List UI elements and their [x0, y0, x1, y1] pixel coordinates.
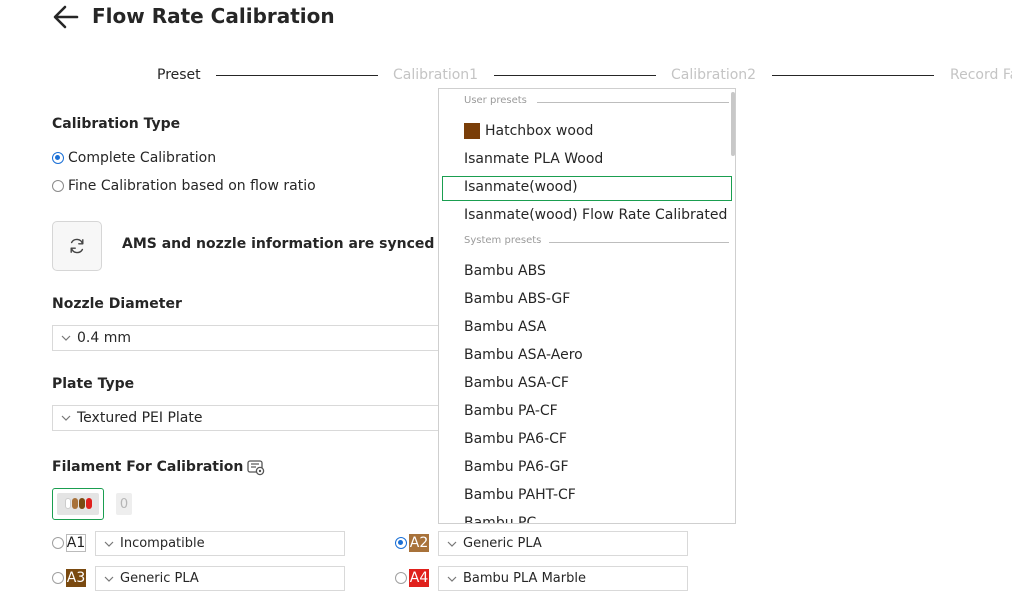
slot-a1-tag: A1: [66, 534, 86, 552]
radio-label: Complete Calibration: [68, 150, 217, 166]
radio-indicator[interactable]: [52, 152, 64, 164]
sync-button[interactable]: [52, 221, 102, 271]
ams-spool-icon: [57, 493, 99, 515]
chevron-down-icon: [447, 576, 457, 582]
nozzle-diameter-select[interactable]: 0.4 mm: [52, 325, 442, 351]
color-swatch: [464, 123, 480, 139]
preset-item-bambu-asa-aero[interactable]: Bambu ASA-Aero: [464, 347, 583, 363]
slot-a1-radio[interactable]: [52, 537, 64, 549]
plate-type-value: Textured PEI Plate: [77, 410, 203, 426]
preset-item-isanmate-wood-calibrated[interactable]: Isanmate(wood) Flow Rate Calibrated: [464, 207, 727, 223]
sync-status-text: AMS and nozzle information are synced: [122, 236, 435, 252]
preset-item-label: Hatchbox wood: [485, 123, 594, 139]
radio-label: Fine Calibration based on flow ratio: [68, 178, 316, 194]
user-presets-group-label: User presets: [464, 95, 527, 106]
group-divider: [549, 242, 729, 243]
slot-a1-filament-select[interactable]: Incompatible: [95, 531, 345, 556]
step-connector-1: [216, 75, 378, 76]
dropdown-scrollbar[interactable]: [731, 92, 735, 156]
chevron-down-icon: [104, 576, 114, 582]
step-preset: Preset: [157, 67, 201, 83]
preset-item-isanmate-wood[interactable]: Isanmate(wood): [464, 179, 578, 195]
calibration-type-title: Calibration Type: [52, 116, 181, 132]
step-connector-3: [772, 75, 934, 76]
plate-type-select[interactable]: Textured PEI Plate: [52, 405, 442, 431]
system-presets-group-label: System presets: [464, 235, 542, 246]
radio-complete-calibration[interactable]: Complete Calibration: [52, 150, 216, 166]
preset-item-bambu-asa[interactable]: Bambu ASA: [464, 319, 546, 335]
group-divider: [537, 102, 729, 103]
filament-preset-dropdown[interactable]: User presets Hatchbox wood Isanmate PLA …: [438, 88, 736, 524]
preset-item-isanmate-pla-wood[interactable]: Isanmate PLA Wood: [464, 151, 603, 167]
page-title: Flow Rate Calibration: [92, 4, 335, 28]
preset-item-bambu-paht-cf[interactable]: Bambu PAHT-CF: [464, 487, 576, 503]
slot-a1-filament-value: Incompatible: [120, 536, 205, 551]
slot-a2-tag: A2: [409, 534, 429, 552]
slot-a4-tag: A4: [409, 569, 429, 587]
radio-indicator[interactable]: [52, 180, 64, 192]
nozzle-diameter-value: 0.4 mm: [77, 330, 131, 346]
slot-a2-radio[interactable]: [395, 537, 407, 549]
sync-icon: [70, 238, 84, 254]
preset-item-hatchbox-wood[interactable]: Hatchbox wood: [464, 123, 593, 139]
step-record: Record Fa: [950, 67, 1012, 83]
slot-a3-filament-select[interactable]: Generic PLA: [95, 566, 345, 591]
preset-item-bambu-pa6-cf[interactable]: Bambu PA6-CF: [464, 431, 567, 447]
step-connector-2: [494, 75, 656, 76]
plate-type-title: Plate Type: [52, 376, 135, 392]
slot-a2-filament-value: Generic PLA: [463, 536, 542, 551]
slot-a2-filament-select[interactable]: Generic PLA: [438, 531, 688, 556]
preset-item-bambu-pa-cf[interactable]: Bambu PA-CF: [464, 403, 558, 419]
chevron-down-icon: [61, 335, 71, 341]
slot-a4-filament-value: Bambu PLA Marble: [463, 571, 586, 586]
chevron-down-icon: [104, 541, 114, 547]
preset-item-label: Isanmate(wood): [464, 179, 578, 195]
ams-unit-selector[interactable]: [52, 488, 104, 520]
preset-item-label: Isanmate(wood) Flow Rate Calibrated: [464, 207, 728, 223]
radio-fine-calibration[interactable]: Fine Calibration based on flow ratio: [52, 178, 316, 194]
slot-a4-filament-select[interactable]: Bambu PLA Marble: [438, 566, 688, 591]
preset-item-bambu-asa-cf[interactable]: Bambu ASA-CF: [464, 375, 569, 391]
slot-a3-radio[interactable]: [52, 572, 64, 584]
preset-item-bambu-abs-gf[interactable]: Bambu ABS-GF: [464, 291, 570, 307]
slot-a3-tag: A3: [66, 569, 86, 587]
back-arrow-icon[interactable]: [52, 4, 80, 30]
step-calibration1: Calibration1: [393, 67, 479, 83]
step-calibration2: Calibration2: [671, 67, 757, 83]
preset-item-bambu-abs[interactable]: Bambu ABS: [464, 263, 546, 279]
nozzle-diameter-title: Nozzle Diameter: [52, 296, 182, 312]
filament-settings-icon[interactable]: [246, 459, 266, 477]
slot-a3-filament-value: Generic PLA: [120, 571, 199, 586]
external-spool-selector[interactable]: 0: [116, 493, 132, 515]
chevron-down-icon: [61, 415, 71, 421]
preset-item-bambu-pa6-gf[interactable]: Bambu PA6-GF: [464, 459, 569, 475]
preset-item-bambu-pc[interactable]: Bambu PC: [464, 515, 536, 523]
preset-item-label: Isanmate PLA Wood: [464, 151, 604, 167]
chevron-down-icon: [447, 541, 457, 547]
filament-title: Filament For Calibration: [52, 459, 244, 475]
slot-a4-radio[interactable]: [395, 572, 407, 584]
